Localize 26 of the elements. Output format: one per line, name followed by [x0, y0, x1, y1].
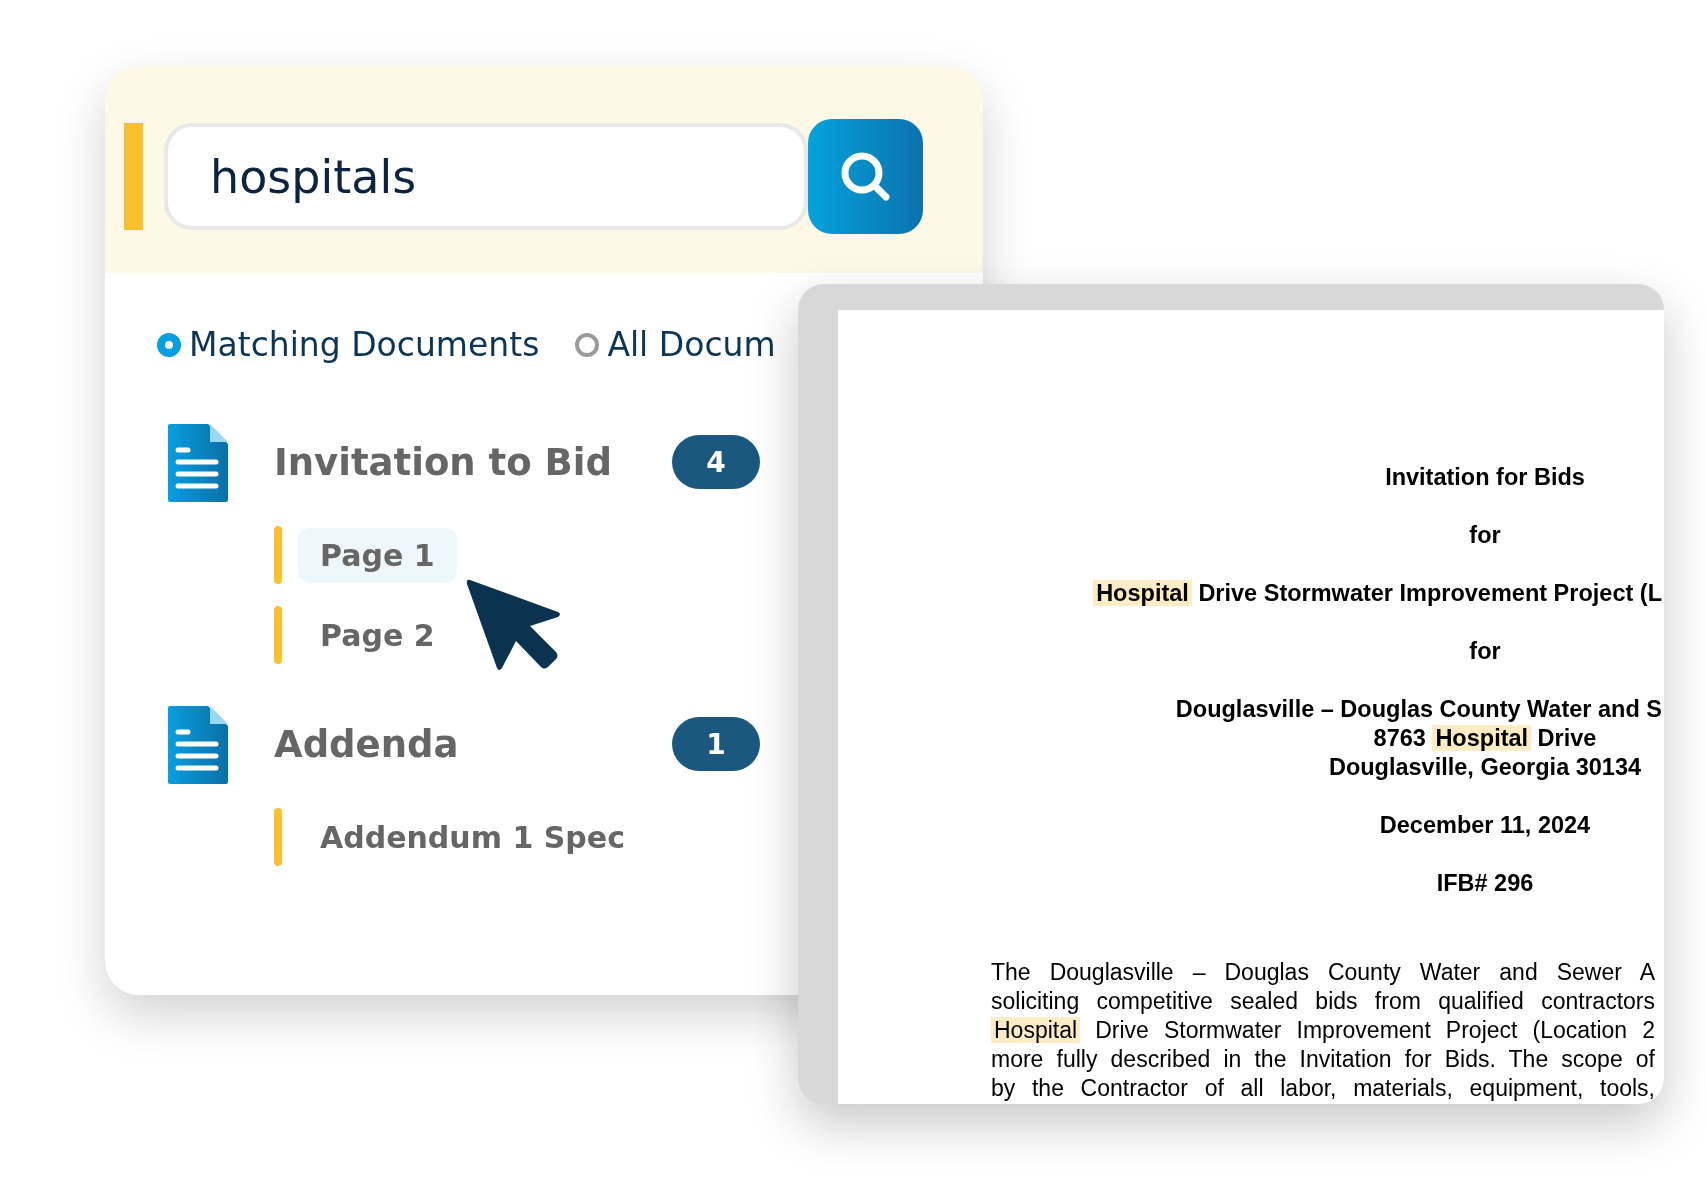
page-link[interactable]: Page 1 [298, 527, 457, 583]
document-heading-line: for [1468, 521, 1502, 550]
document-heading-line: IFB# 296 [1435, 869, 1535, 898]
filter-radio[interactable]: All Docum [575, 325, 776, 364]
accent-bar [274, 808, 282, 866]
accent-bar [274, 526, 282, 584]
match-count: 4 [672, 435, 760, 489]
search-field[interactable]: hospitals [164, 123, 808, 230]
body-paragraph: The Douglasville – Douglas County Water and Sewer A soliciting competitive sealed bids from qualified contractors Hospital Drive Stormwater Improvement Project (Location 2 more fully described in the Invitation for Bids. The scope of by the Contractor of all labor, materials, equipment, tools, [991, 958, 1655, 1103]
document-heading-line: Invitation for Bids [1384, 463, 1586, 492]
page-link[interactable]: Page 2 [298, 607, 457, 663]
document-heading-line: 8763 Hospital Drive [1372, 724, 1598, 753]
document-heading-line: December 11, 2024 [1378, 811, 1592, 840]
search-button[interactable] [808, 119, 923, 234]
match-count: 1 [672, 717, 760, 771]
document-icon [168, 706, 228, 784]
document-heading-line: for [1468, 637, 1502, 666]
document-title[interactable]: Invitation to Bid [274, 440, 672, 484]
document-heading-line: Douglasville – Douglas County Water and S [1174, 695, 1663, 724]
document-heading-line: Hospital Drive Stormwater Improvement Project (L [838, 579, 1664, 608]
filter-radio[interactable]: Matching Documents [157, 325, 540, 364]
document-icon [168, 424, 228, 502]
document-heading-line: Douglasville, Georgia 30134 [1327, 753, 1643, 782]
accent-bar [274, 606, 282, 664]
page-link[interactable]: Addendum 1 Spec [298, 809, 647, 865]
document-title[interactable]: Addenda [274, 722, 672, 766]
